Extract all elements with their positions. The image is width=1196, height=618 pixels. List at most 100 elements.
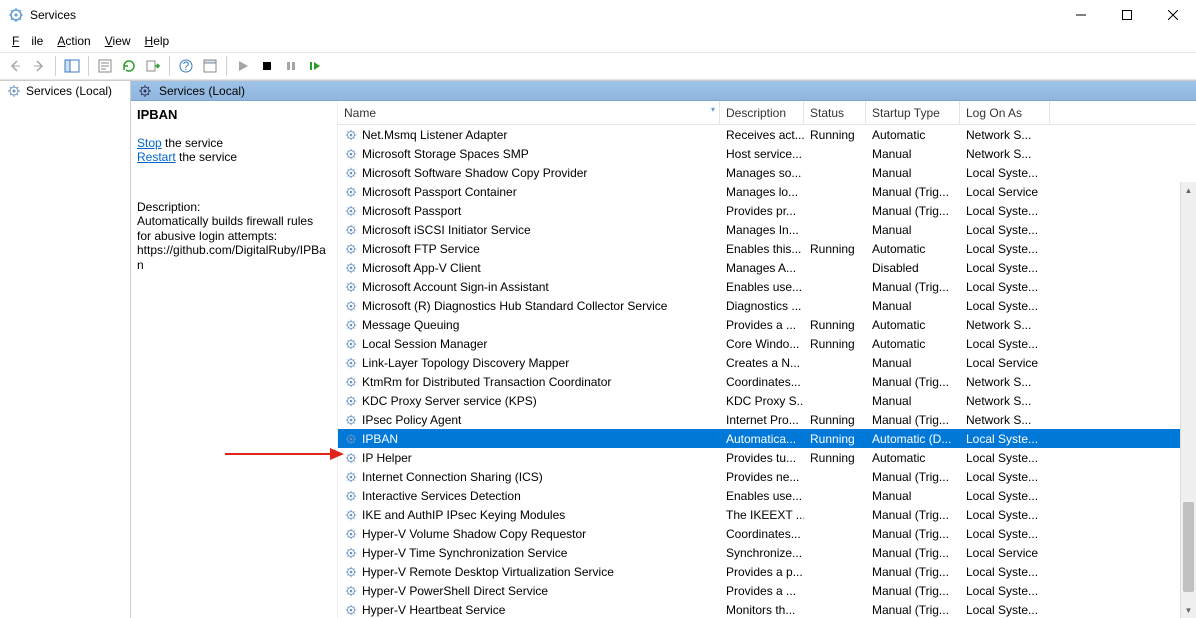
table-row[interactable]: Microsoft FTP ServiceEnables this...Runn… — [338, 239, 1196, 258]
gear-icon — [344, 375, 358, 389]
cell-name: Interactive Services Detection — [338, 489, 720, 503]
gear-icon — [344, 204, 358, 218]
cell-description: Receives act... — [720, 128, 804, 142]
help-button[interactable]: ? — [175, 55, 197, 77]
table-row[interactable]: Microsoft App-V ClientManages A...Disabl… — [338, 258, 1196, 277]
cell-status: Running — [804, 242, 866, 256]
app-icon — [8, 7, 24, 23]
table-row[interactable]: Hyper-V Heartbeat ServiceMonitors th...M… — [338, 600, 1196, 618]
vertical-scrollbar[interactable]: ▲ ▼ — [1180, 182, 1196, 618]
table-row[interactable]: Hyper-V Remote Desktop Virtualization Se… — [338, 562, 1196, 581]
table-row[interactable]: Microsoft (R) Diagnostics Hub Standard C… — [338, 296, 1196, 315]
table-row[interactable]: Microsoft Account Sign-in AssistantEnabl… — [338, 277, 1196, 296]
column-name[interactable]: Name — [338, 101, 720, 124]
table-row[interactable]: Message QueuingProvides a ...RunningAuto… — [338, 315, 1196, 334]
service-rows: Net.Msmq Listener AdapterReceives act...… — [338, 125, 1196, 618]
table-row[interactable]: Interactive Services DetectionEnables us… — [338, 486, 1196, 505]
gear-icon — [344, 280, 358, 294]
table-row[interactable]: IKE and AuthIP IPsec Keying ModulesThe I… — [338, 505, 1196, 524]
table-row[interactable]: IPBANAutomatica...RunningAutomatic (D...… — [338, 429, 1196, 448]
pause-service-button[interactable] — [280, 55, 302, 77]
column-logon[interactable]: Log On As — [960, 101, 1050, 124]
cell-description: Creates a N... — [720, 356, 804, 370]
cell-status: Running — [804, 318, 866, 332]
gear-icon — [344, 356, 358, 370]
table-row[interactable]: Link-Layer Topology Discovery MapperCrea… — [338, 353, 1196, 372]
table-row[interactable]: Hyper-V PowerShell Direct ServiceProvide… — [338, 581, 1196, 600]
cell-description: Automatica... — [720, 432, 804, 446]
description-label: Description: — [137, 200, 329, 214]
cell-name: IPBAN — [338, 432, 720, 446]
gear-icon — [6, 83, 22, 99]
show-hide-tree-button[interactable] — [61, 55, 83, 77]
cell-status: Running — [804, 337, 866, 351]
forward-button[interactable] — [28, 55, 50, 77]
restart-link[interactable]: Restart — [137, 150, 176, 164]
cell-status: Running — [804, 128, 866, 142]
cell-logon: Local Syste... — [960, 527, 1050, 541]
table-row[interactable]: Microsoft Passport ContainerManages lo..… — [338, 182, 1196, 201]
table-row[interactable]: Hyper-V Volume Shadow Copy RequestorCoor… — [338, 524, 1196, 543]
back-button[interactable] — [4, 55, 26, 77]
maximize-button[interactable] — [1104, 0, 1150, 30]
cell-description: KDC Proxy S... — [720, 394, 804, 408]
export-button[interactable] — [142, 55, 164, 77]
table-row[interactable]: Microsoft PassportProvides pr...Manual (… — [338, 201, 1196, 220]
cell-logon: Local Syste... — [960, 565, 1050, 579]
cell-startup: Manual (Trig... — [866, 546, 960, 560]
gear-icon — [344, 261, 358, 275]
table-row[interactable]: Local Session ManagerCore Windo...Runnin… — [338, 334, 1196, 353]
table-row[interactable]: Microsoft Storage Spaces SMPHost service… — [338, 144, 1196, 163]
scroll-down-icon[interactable]: ▼ — [1181, 602, 1196, 618]
cell-description: Synchronize... — [720, 546, 804, 560]
table-row[interactable]: IP HelperProvides tu...RunningAutomaticL… — [338, 448, 1196, 467]
stop-link[interactable]: Stop — [137, 136, 162, 150]
cell-logon: Local Syste... — [960, 280, 1050, 294]
column-startup[interactable]: Startup Type — [866, 101, 960, 124]
cell-description: The IKEEXT ... — [720, 508, 804, 522]
cell-status: Running — [804, 432, 866, 446]
column-status[interactable]: Status — [804, 101, 866, 124]
scroll-thumb[interactable] — [1183, 502, 1194, 592]
scroll-up-icon[interactable]: ▲ — [1181, 182, 1196, 198]
refresh-button[interactable] — [118, 55, 140, 77]
menu-file[interactable]: File — [6, 32, 49, 50]
close-button[interactable] — [1150, 0, 1196, 30]
gear-icon — [344, 223, 358, 237]
table-row[interactable]: Microsoft iSCSI Initiator ServiceManages… — [338, 220, 1196, 239]
cell-name: Net.Msmq Listener Adapter — [338, 128, 720, 142]
column-description[interactable]: Description — [720, 101, 804, 124]
gear-icon — [137, 83, 153, 99]
tree-item-services-local[interactable]: Services (Local) — [0, 81, 130, 101]
cell-logon: Local Syste... — [960, 451, 1050, 465]
table-row[interactable]: KtmRm for Distributed Transaction Coordi… — [338, 372, 1196, 391]
cell-name: Microsoft Software Shadow Copy Provider — [338, 166, 720, 180]
cell-startup: Manual (Trig... — [866, 204, 960, 218]
minimize-button[interactable] — [1058, 0, 1104, 30]
cell-name: Microsoft iSCSI Initiator Service — [338, 223, 720, 237]
gear-icon — [344, 565, 358, 579]
stop-service-button[interactable] — [256, 55, 278, 77]
table-row[interactable]: Net.Msmq Listener AdapterReceives act...… — [338, 125, 1196, 144]
menu-help[interactable]: Help — [139, 32, 176, 50]
menu-view[interactable]: View — [99, 32, 137, 50]
table-row[interactable]: Microsoft Software Shadow Copy ProviderM… — [338, 163, 1196, 182]
table-row[interactable]: KDC Proxy Server service (KPS)KDC Proxy … — [338, 391, 1196, 410]
detail-pane: IPBAN Stop the service Restart the servi… — [131, 101, 337, 618]
cell-name: Microsoft Passport Container — [338, 185, 720, 199]
cell-startup: Manual (Trig... — [866, 565, 960, 579]
restart-service-button[interactable] — [304, 55, 326, 77]
start-service-button[interactable] — [232, 55, 254, 77]
cell-startup: Manual (Trig... — [866, 584, 960, 598]
gear-icon — [344, 489, 358, 503]
cell-startup: Manual — [866, 489, 960, 503]
cell-description: Internet Pro... — [720, 413, 804, 427]
cell-logon: Local Service — [960, 356, 1050, 370]
properties-sheet-button[interactable] — [199, 55, 221, 77]
table-row[interactable]: IPsec Policy AgentInternet Pro...Running… — [338, 410, 1196, 429]
menu-action[interactable]: Action — [51, 32, 96, 50]
cell-name: Internet Connection Sharing (ICS) — [338, 470, 720, 484]
properties-button[interactable] — [94, 55, 116, 77]
table-row[interactable]: Hyper-V Time Synchronization ServiceSync… — [338, 543, 1196, 562]
table-row[interactable]: Internet Connection Sharing (ICS)Provide… — [338, 467, 1196, 486]
